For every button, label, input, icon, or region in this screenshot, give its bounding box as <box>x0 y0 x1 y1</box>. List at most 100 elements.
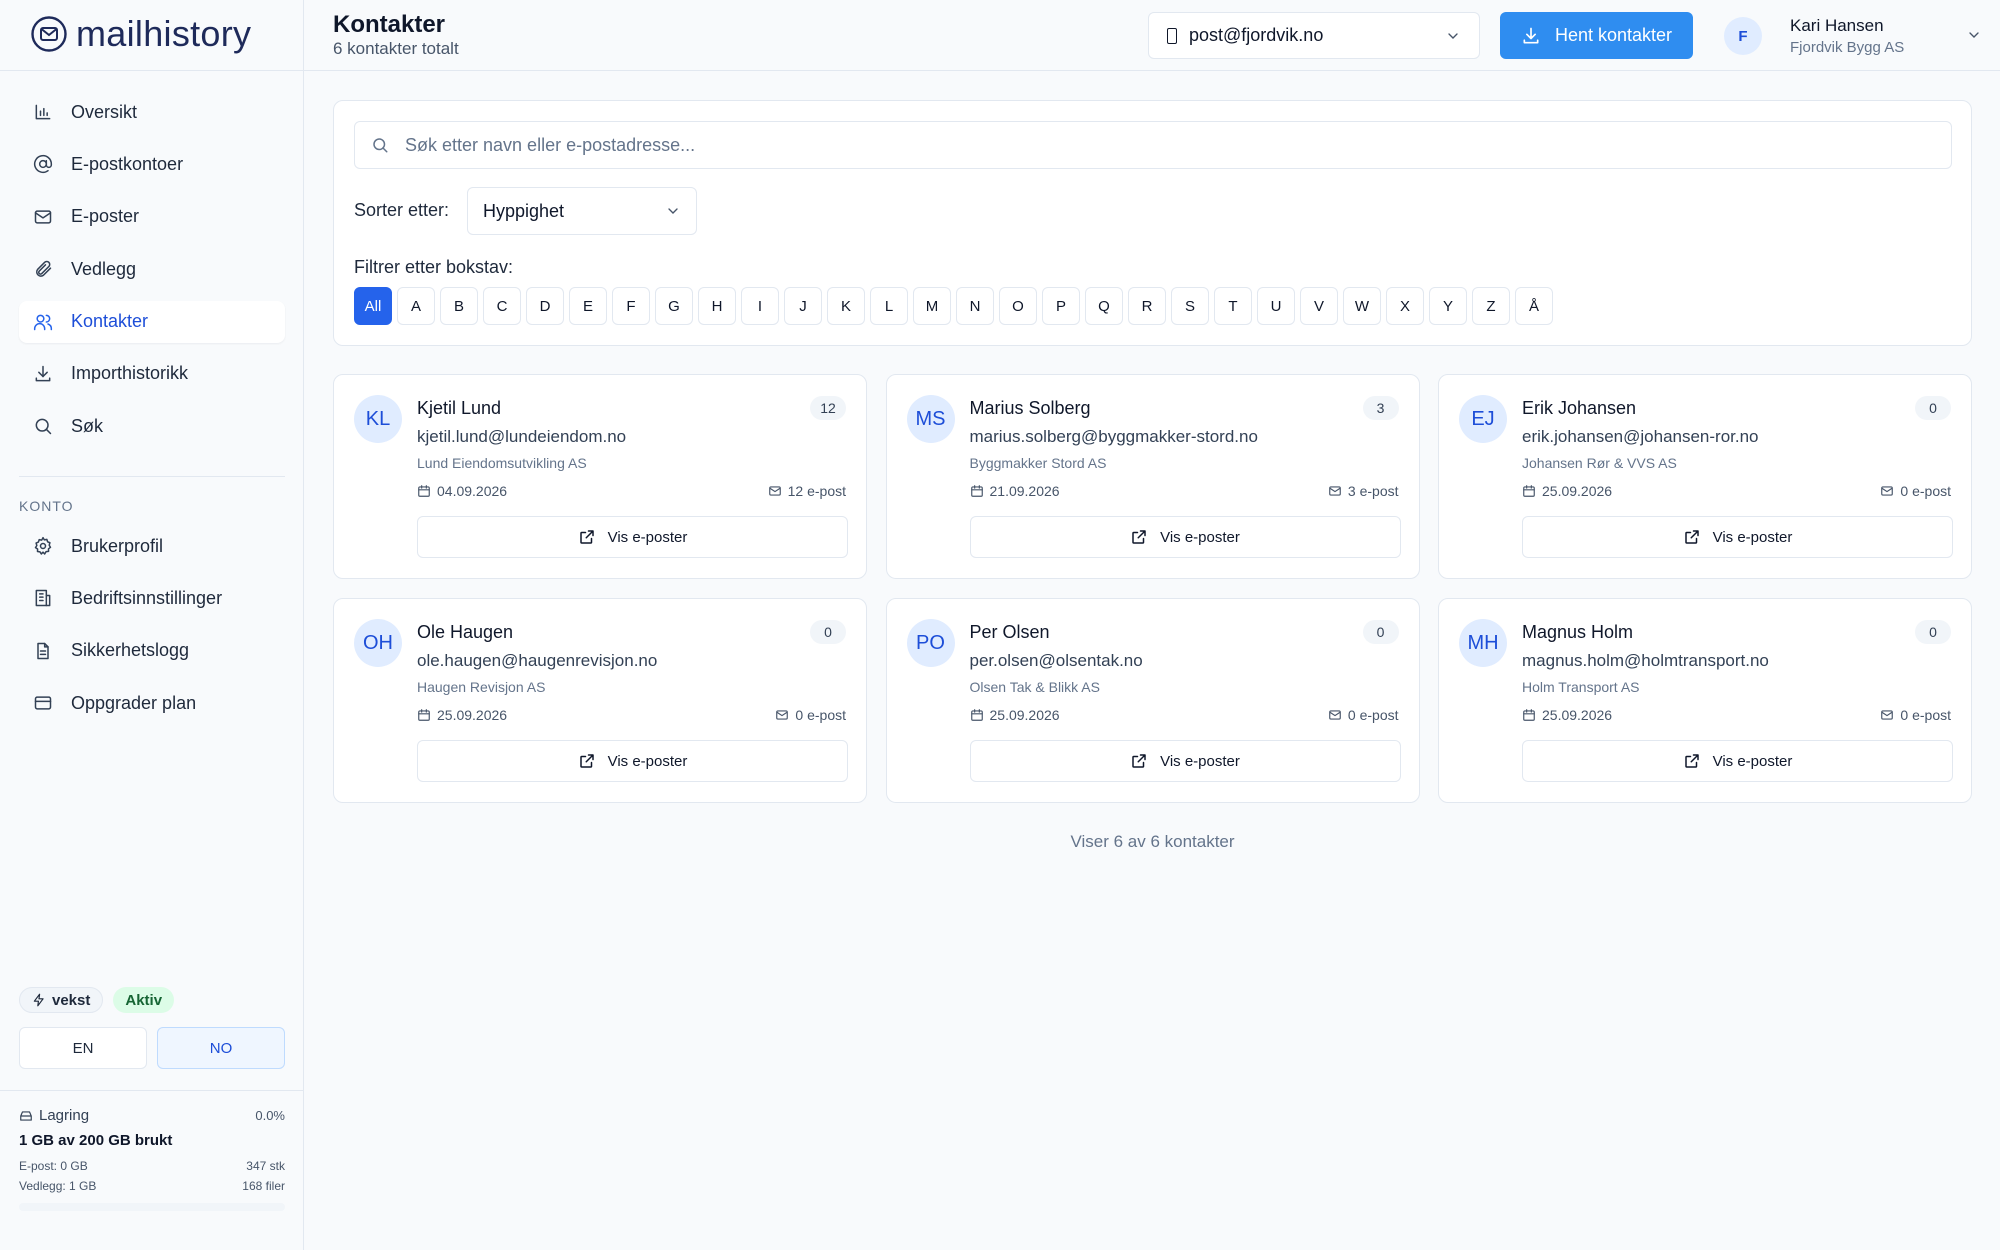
external-link-icon <box>579 754 594 768</box>
sidebar-item-oversikt[interactable]: Oversikt <box>19 91 285 133</box>
date-text: 04.09.2026 <box>437 483 508 499</box>
letter-button-a[interactable]: A <box>397 287 435 325</box>
letter-button-p[interactable]: P <box>1042 287 1080 325</box>
letter-button-q[interactable]: Q <box>1085 287 1123 325</box>
search-box <box>354 121 1952 169</box>
sidebar-item-label: Søk <box>71 415 104 436</box>
mail-icon <box>34 210 52 224</box>
letter-button-e[interactable]: E <box>569 287 607 325</box>
contact-company: Haugen Revisjon AS <box>417 679 546 695</box>
letter-button-j[interactable]: J <box>784 287 822 325</box>
letter-button-u[interactable]: U <box>1257 287 1295 325</box>
letter-button-y[interactable]: Y <box>1429 287 1467 325</box>
account-select-value: post@fjordvik.no <box>1189 25 1324 45</box>
letter-button-l[interactable]: L <box>870 287 908 325</box>
page-title: Kontakter <box>333 11 446 38</box>
account-select[interactable]: post@fjordvik.no <box>1148 12 1480 59</box>
fetch-contacts-button[interactable]: Hent kontakter <box>1500 12 1693 59</box>
view-emails-button[interactable]: Vis e-poster <box>969 740 1401 782</box>
contact-company: Olsen Tak & Blikk AS <box>969 679 1100 695</box>
sidebar-item-label: Importhistorikk <box>71 363 189 384</box>
external-link-icon <box>1684 530 1699 544</box>
letter-button-v[interactable]: V <box>1300 287 1338 325</box>
avatar: MH <box>1459 619 1507 667</box>
sidebar-item-importhistorikk[interactable]: Importhistorikk <box>19 353 285 395</box>
calendar-icon <box>970 709 983 721</box>
letter-button-x[interactable]: X <box>1386 287 1424 325</box>
sidebar-item-bedriftsinnstillinger[interactable]: Bedriftsinnstillinger <box>19 577 285 619</box>
calendar-icon <box>970 485 983 497</box>
sort-select[interactable]: Hyppighet <box>467 187 697 235</box>
letter-button-b[interactable]: B <box>440 287 478 325</box>
letter-button-r[interactable]: R <box>1128 287 1166 325</box>
email-count-badge: 12 <box>810 396 846 420</box>
storage-attachments-count: 168 filer <box>242 1179 285 1193</box>
app-logo[interactable]: mailhistory <box>30 13 251 54</box>
sidebar-item-brukerprofil[interactable]: Brukerprofil <box>19 525 285 567</box>
contact-company: Lund Eiendomsutvikling AS <box>417 455 587 471</box>
view-emails-button[interactable]: Vis e-poster <box>1522 740 1953 782</box>
sidebar-item-epostkontoer[interactable]: E-postkontoer <box>19 143 285 185</box>
email-count-text: 0 e-post <box>1347 707 1399 723</box>
letter-button-c[interactable]: C <box>483 287 521 325</box>
fetch-contacts-label: Hent kontakter <box>1554 25 1673 45</box>
language-en-button[interactable]: EN <box>19 1027 147 1069</box>
sidebar-item-vedlegg[interactable]: Vedlegg <box>19 248 285 290</box>
plan-name: vekst <box>52 991 91 1009</box>
file-text-icon <box>37 642 49 660</box>
letter-button-k[interactable]: K <box>827 287 865 325</box>
view-emails-button[interactable]: Vis e-poster <box>969 516 1401 558</box>
view-emails-button[interactable]: Vis e-poster <box>417 516 848 558</box>
search-icon <box>373 138 388 153</box>
language-no-button[interactable]: NO <box>157 1027 285 1069</box>
external-link-icon <box>1132 754 1146 768</box>
email-count-badge: 0 <box>1915 620 1951 644</box>
sidebar-item-eposter[interactable]: E-poster <box>19 196 285 238</box>
letter-button-i[interactable]: I <box>741 287 779 325</box>
letter-button-t[interactable]: T <box>1214 287 1252 325</box>
view-emails-button[interactable]: Vis e-poster <box>417 740 848 782</box>
letter-filter-label: Filtrer etter bokstav: <box>354 257 514 277</box>
sidebar-item-kontakter[interactable]: Kontakter <box>19 300 285 343</box>
download-icon <box>1523 27 1539 44</box>
letter-button-n[interactable]: N <box>956 287 994 325</box>
external-link-icon <box>579 530 594 544</box>
letter-button-z[interactable]: Z <box>1472 287 1510 325</box>
last-contact-date: 25.09.2026 <box>1522 483 1612 499</box>
letter-button-s[interactable]: S <box>1171 287 1209 325</box>
search-input[interactable] <box>405 134 1951 156</box>
sidebar-item-sok[interactable]: Søk <box>19 405 285 447</box>
sidebar-item-oppgrader-plan[interactable]: Oppgrader plan <box>19 682 285 724</box>
calendar-icon <box>1523 709 1535 721</box>
letter-button-o[interactable]: O <box>999 287 1037 325</box>
view-emails-label: Vis e-poster <box>1712 752 1793 770</box>
contact-card: MS Marius Solberg 3 marius.solberg@byggmakk… <box>885 374 1420 579</box>
view-emails-label: Vis e-poster <box>1160 752 1240 770</box>
avatar: F <box>1724 17 1762 55</box>
sidebar-item-label: Sikkerhetslogg <box>71 640 190 661</box>
email-count: 0 e-post <box>1880 483 1951 499</box>
last-contact-date: 25.09.2026 <box>970 707 1060 723</box>
email-count-badge: 0 <box>1362 620 1399 644</box>
paperclip-icon <box>36 260 52 277</box>
user-menu[interactable]: F Kari Hansen Fjordvik Bygg AS <box>1724 14 1994 58</box>
calendar-icon <box>1523 485 1535 497</box>
letter-button-f[interactable]: F <box>612 287 650 325</box>
view-emails-label: Vis e-poster <box>1160 528 1240 546</box>
view-emails-button[interactable]: Vis e-poster <box>1522 516 1953 558</box>
contact-name: Marius Solberg <box>969 398 1091 418</box>
user-company: Fjordvik Bygg AS <box>1790 39 1905 56</box>
letter-button-d[interactable]: D <box>526 287 564 325</box>
letter-button-g[interactable]: G <box>655 287 693 325</box>
letter-button-all[interactable]: All <box>354 287 392 325</box>
letter-button-h[interactable]: H <box>698 287 736 325</box>
sidebar-item-label: Brukerprofil <box>71 535 164 556</box>
letter-button-m[interactable]: M <box>913 287 951 325</box>
storage-panel: Lagring 0.0% 1 GB av 200 GB brukt E-post… <box>0 1090 304 1250</box>
letter-button-å[interactable]: Å <box>1515 287 1553 325</box>
letter-button-w[interactable]: W <box>1343 287 1381 325</box>
sidebar-item-label: Kontakter <box>71 311 149 332</box>
view-emails-label: Vis e-poster <box>1712 528 1793 546</box>
sidebar-item-sikkerhetslogg[interactable]: Sikkerhetslogg <box>19 630 285 672</box>
sidebar-item-label: E-postkontoer <box>71 153 184 174</box>
